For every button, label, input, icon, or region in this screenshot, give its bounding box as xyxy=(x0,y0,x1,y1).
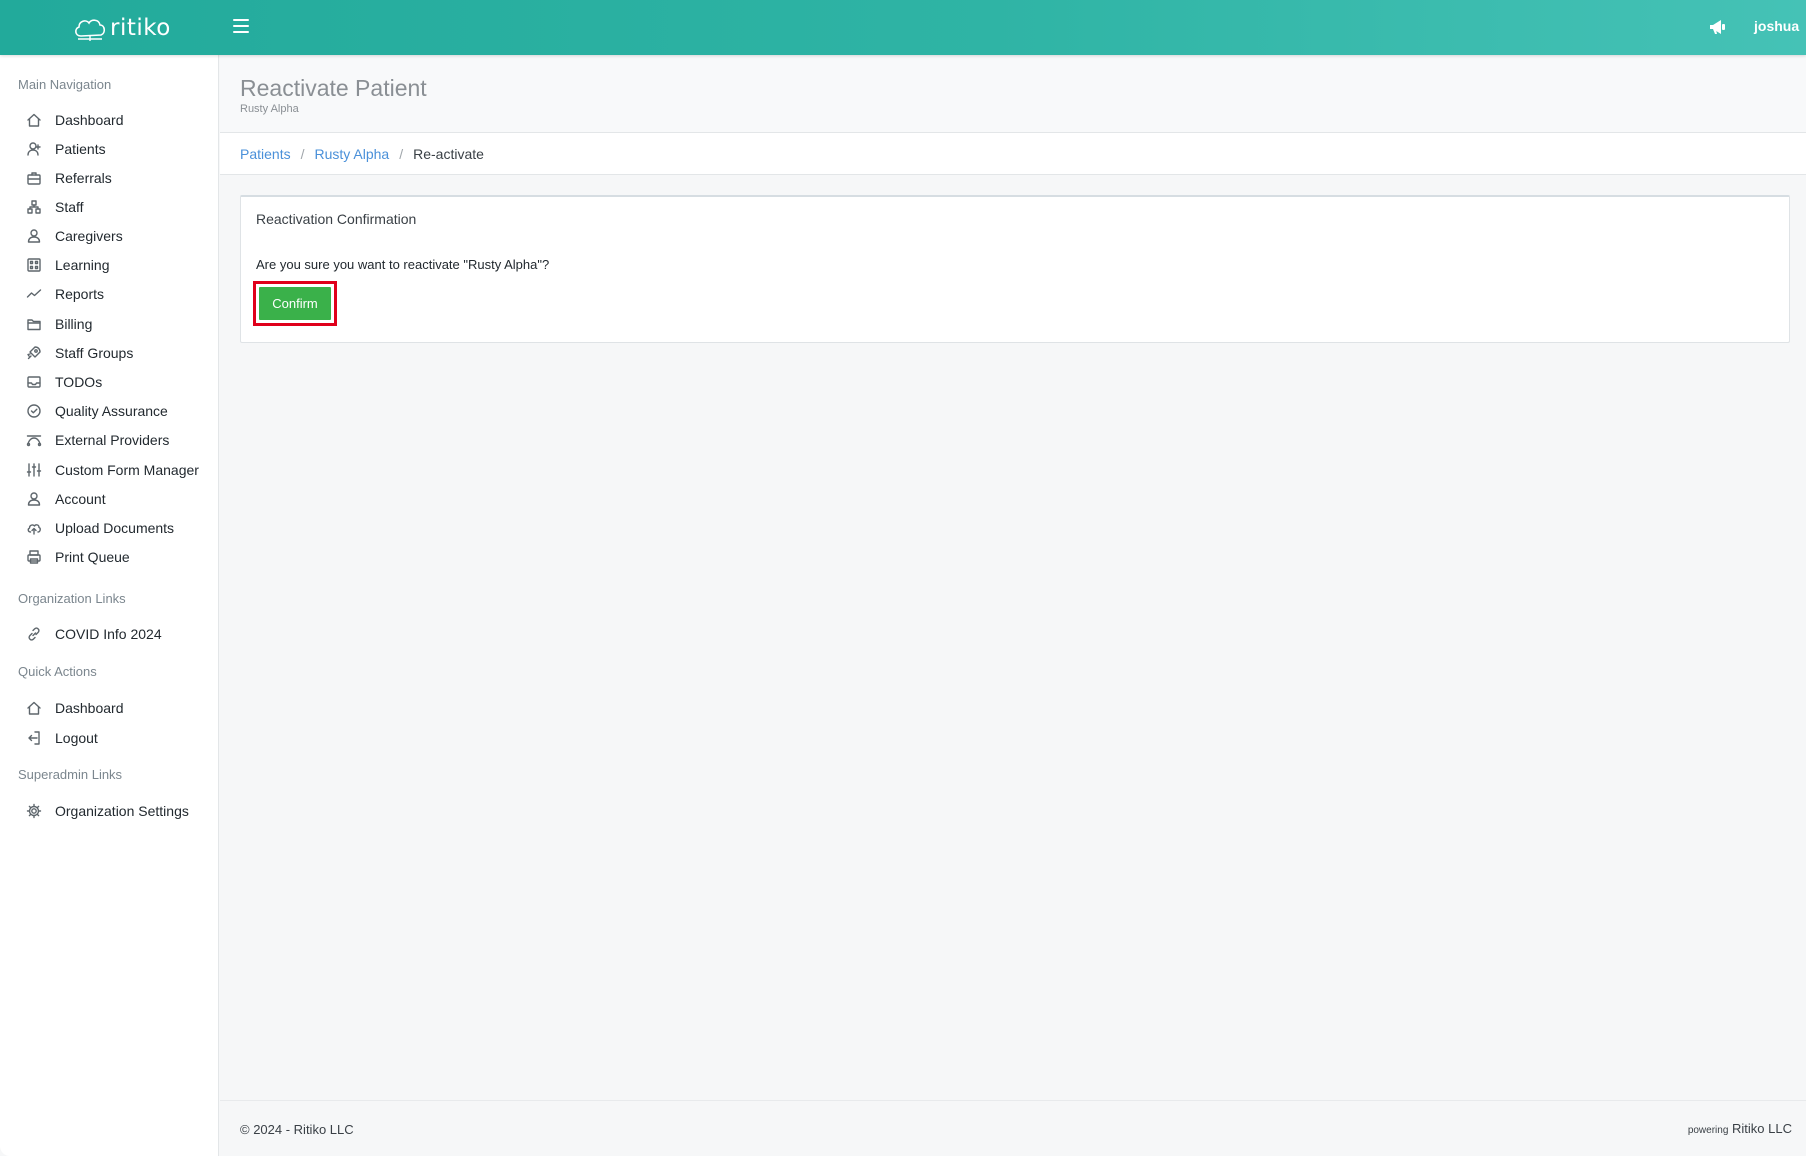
sidebar-item-reports[interactable]: Reports xyxy=(25,281,104,307)
sidebar-item-label: Caregivers xyxy=(55,228,123,244)
sidebar-item-label: Billing xyxy=(55,316,93,332)
brand-name: ritiko xyxy=(110,15,171,41)
sidebar-item-learning[interactable]: Learning xyxy=(25,252,110,278)
sidebar-item-custom-form-manager[interactable]: Custom Form Manager xyxy=(25,457,199,483)
confirm-button[interactable]: Confirm xyxy=(259,287,331,320)
breadcrumb-separator: / xyxy=(300,145,305,162)
breadcrumb-patients[interactable]: Patients xyxy=(240,146,291,162)
footer-powering: powering xyxy=(1687,1125,1729,1136)
sidebar-item-logout[interactable]: Logout xyxy=(25,725,98,751)
breadcrumb: Patients / Rusty Alpha / Re-activate xyxy=(220,133,1806,175)
sidebar-item-label: Logout xyxy=(55,730,98,746)
sidebar-item-label: Learning xyxy=(55,257,110,273)
user-icon xyxy=(25,490,43,508)
page-subtitle: Rusty Alpha xyxy=(240,103,299,115)
sidebar-item-label: Staff xyxy=(55,199,84,215)
home-icon xyxy=(25,699,43,717)
sidebar-item-label: Quality Assurance xyxy=(55,403,168,419)
sidebar-item-label: Referrals xyxy=(55,170,112,186)
cloud-logo-icon xyxy=(75,19,106,41)
patient-icon xyxy=(25,140,43,158)
logout-icon xyxy=(25,729,43,747)
sidebar-item-print-queue[interactable]: Print Queue xyxy=(25,544,130,570)
briefcase-icon xyxy=(25,169,43,187)
sidebar-item-label: Upload Documents xyxy=(55,520,175,536)
sidebar-item-external-providers[interactable]: External Providers xyxy=(25,427,169,453)
sidebar-item-referrals[interactable]: Referrals xyxy=(25,165,112,191)
footer: © 2024 - Ritiko LLC powering Ritiko LLC xyxy=(220,1100,1806,1156)
confirmation-message: Are you sure you want to reactivate "Rus… xyxy=(256,257,550,272)
sidebar-item-covid-info[interactable]: COVID Info 2024 xyxy=(25,621,162,647)
sidebar-item-quick-dashboard[interactable]: Dashboard xyxy=(25,695,124,721)
user-menu[interactable]: joshua xyxy=(1754,18,1799,34)
sidebar-item-label: Patients xyxy=(55,141,106,157)
sidebar-item-label: Print Queue xyxy=(55,549,130,565)
sidebar-item-label: COVID Info 2024 xyxy=(55,626,162,642)
sidebar-item-label: Account xyxy=(55,491,106,507)
link-icon xyxy=(25,625,43,643)
breadcrumb-patient-name[interactable]: Rusty Alpha xyxy=(314,146,389,162)
sidebar-item-label: Staff Groups xyxy=(55,345,134,361)
sidebar-item-upload-documents[interactable]: Upload Documents xyxy=(25,515,174,541)
sidebar-item-label: Custom Form Manager xyxy=(55,462,199,478)
confirm-highlight: Confirm xyxy=(253,281,337,326)
section-main-navigation: Main Navigation xyxy=(18,77,112,92)
megaphone-icon[interactable] xyxy=(1707,16,1729,38)
section-quick-actions: Quick Actions xyxy=(18,664,97,679)
footer-powered-by: powering Ritiko LLC xyxy=(1688,1121,1792,1136)
menu-toggle-icon[interactable] xyxy=(232,17,250,35)
sidebar-item-organization-settings[interactable]: Organization Settings xyxy=(25,798,189,824)
sidebar-item-staff[interactable]: Staff xyxy=(25,194,84,220)
sidebar-item-caregivers[interactable]: Caregivers xyxy=(25,223,123,249)
breadcrumb-separator: / xyxy=(399,145,404,162)
section-organization-links: Organization Links xyxy=(18,591,126,606)
user-icon xyxy=(25,227,43,245)
footer-company: Ritiko LLC xyxy=(1732,1121,1792,1136)
main-content: Reactivate Patient Rusty Alpha Patients … xyxy=(220,55,1806,1156)
sidebar-item-label: TODOs xyxy=(55,374,103,390)
check-circle-icon xyxy=(25,402,43,420)
printer-icon xyxy=(25,548,43,566)
chart-line-icon xyxy=(25,285,43,303)
top-bar: ritiko joshua xyxy=(0,0,1806,55)
sidebar-item-dashboard[interactable]: Dashboard xyxy=(25,107,124,133)
footer-copyright: © 2024 - Ritiko LLC xyxy=(240,1122,354,1137)
sidebar-item-label: External Providers xyxy=(55,432,170,448)
sidebar-item-label: Organization Settings xyxy=(55,803,189,819)
sidebar-item-patients[interactable]: Patients xyxy=(25,136,106,162)
sidebar-item-label: Dashboard xyxy=(55,700,124,716)
bezier-icon xyxy=(25,431,43,449)
page-title: Reactivate Patient xyxy=(240,75,427,101)
org-chart-icon xyxy=(25,198,43,216)
page-header: Reactivate Patient Rusty Alpha xyxy=(220,55,1806,133)
gear-icon xyxy=(25,802,43,820)
folder-icon xyxy=(25,315,43,333)
sidebar-item-quality-assurance[interactable]: Quality Assurance xyxy=(25,398,168,424)
section-superadmin-links: Superadmin Links xyxy=(18,767,123,782)
sidebar-item-todos[interactable]: TODOs xyxy=(25,369,102,395)
rocket-icon xyxy=(25,344,43,362)
reactivation-card: Reactivation Confirmation Are you sure y… xyxy=(240,195,1790,343)
brand-logo[interactable]: ritiko xyxy=(72,12,171,44)
sidebar-item-staff-groups[interactable]: Staff Groups xyxy=(25,340,133,366)
card-title: Reactivation Confirmation xyxy=(256,211,417,227)
sidebar-item-label: Dashboard xyxy=(55,112,124,128)
sliders-icon xyxy=(25,461,43,479)
inbox-icon xyxy=(25,373,43,391)
home-icon xyxy=(25,111,43,129)
cloud-upload-icon xyxy=(25,519,43,537)
sidebar: Main Navigation Dashboard Patients Refer… xyxy=(0,55,219,1156)
sidebar-item-label: Reports xyxy=(55,286,105,302)
breadcrumb-current: Re-activate xyxy=(413,145,484,162)
sidebar-item-account[interactable]: Account xyxy=(25,486,106,512)
sidebar-item-billing[interactable]: Billing xyxy=(25,311,92,337)
grid-icon xyxy=(25,256,43,274)
